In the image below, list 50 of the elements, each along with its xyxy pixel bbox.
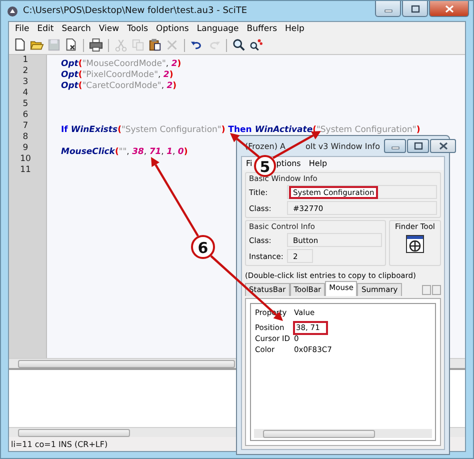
search-icon[interactable] [232,38,246,52]
minimize-button[interactable] [384,139,406,153]
code-line: MouseClick("", 38, 71, 1, 0) [61,147,188,157]
line-number: 10 [19,154,32,165]
menu-item[interactable]: Options [152,24,193,34]
menu-item[interactable]: Language [192,24,243,34]
horizontal-scrollbar[interactable] [254,429,432,438]
menu-item[interactable]: View [94,24,124,34]
maximize-icon [414,142,423,150]
app-icon [7,6,18,16]
menu-item[interactable]: Help [304,159,332,168]
line-number: 8 [22,132,30,143]
window-title: (Frozen) A [245,142,286,150]
clipboard-icon[interactable] [148,38,162,52]
line-number: 9 [22,143,30,154]
line-number: 5 [22,99,30,110]
close-button[interactable] [429,1,469,17]
crosshair-target-icon[interactable] [406,235,424,253]
line-number: 11 [19,165,32,176]
line-number: 1 [22,55,30,66]
menu-item[interactable]: Tools [123,24,152,34]
minimize-button[interactable] [375,1,401,17]
status-text: li=11 co=1 INS (CR+LF) [11,440,108,448]
window-title: oIt v3 Window Info [305,142,380,150]
document-x-icon[interactable] [64,38,78,52]
menu-item[interactable]: Help [281,24,308,34]
line-number: 4 [22,88,30,99]
code-line: Opt("CaretCoordMode", 2) [61,81,177,91]
menu-item[interactable]: Buffers [242,24,282,34]
printer-icon[interactable] [89,38,103,52]
maximize-button[interactable] [407,139,430,153]
close-icon [438,142,448,150]
line-number: 6 [22,110,30,121]
line-number: 2 [22,66,30,77]
window-title: C:\Users\POS\Desktop\New folder\test.au3 - SciTE [23,6,248,16]
close-icon [444,4,454,12]
close-button[interactable] [430,139,456,153]
line-number: 7 [22,121,30,132]
menu-item[interactable]: File [11,24,34,34]
menu-item[interactable]: ptions [276,159,305,168]
line-number: 3 [22,77,30,88]
menu-item[interactable]: Edit [33,24,58,34]
document-icon[interactable] [13,38,27,52]
magnifier-dots-icon[interactable] [249,38,263,52]
menu-item[interactable]: Fi [242,159,256,168]
code-line: Opt("PixelCoordMode", 2) [61,70,174,80]
maximize-icon [410,4,420,12]
code-line: Opt("MouseCoordMode", 2) [61,59,182,69]
menu-item[interactable]: Search [58,24,95,34]
maximize-button[interactable] [402,1,428,17]
